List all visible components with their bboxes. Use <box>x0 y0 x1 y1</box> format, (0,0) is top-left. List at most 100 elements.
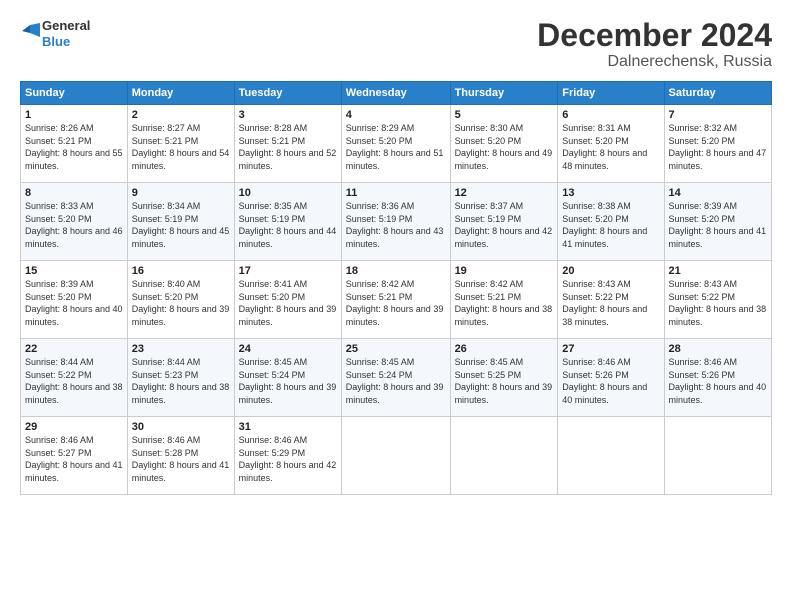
day-info: Sunrise: 8:46 AMSunset: 5:27 PMDaylight:… <box>25 435 123 483</box>
col-tuesday: Tuesday <box>234 82 341 105</box>
table-row: 19 Sunrise: 8:42 AMSunset: 5:21 PMDaylig… <box>450 261 558 339</box>
table-row: 10 Sunrise: 8:35 AMSunset: 5:19 PMDaylig… <box>234 183 341 261</box>
subtitle: Dalnerechensk, Russia <box>537 53 772 71</box>
day-number: 6 <box>562 109 659 121</box>
day-number: 19 <box>455 265 554 277</box>
header: General Blue December 2024 Dalnerechensk… <box>20 18 772 71</box>
day-info: Sunrise: 8:38 AMSunset: 5:20 PMDaylight:… <box>562 201 647 249</box>
table-row <box>558 417 664 495</box>
table-row: 17 Sunrise: 8:41 AMSunset: 5:20 PMDaylig… <box>234 261 341 339</box>
table-row <box>664 417 771 495</box>
table-row: 30 Sunrise: 8:46 AMSunset: 5:28 PMDaylig… <box>127 417 234 495</box>
table-row: 20 Sunrise: 8:43 AMSunset: 5:22 PMDaylig… <box>558 261 664 339</box>
logo-bird-icon <box>20 23 40 45</box>
day-info: Sunrise: 8:39 AMSunset: 5:20 PMDaylight:… <box>25 279 123 327</box>
calendar-week-row: 1 Sunrise: 8:26 AMSunset: 5:21 PMDayligh… <box>21 105 772 183</box>
table-row <box>341 417 450 495</box>
table-row: 16 Sunrise: 8:40 AMSunset: 5:20 PMDaylig… <box>127 261 234 339</box>
day-number: 7 <box>669 109 767 121</box>
table-row: 25 Sunrise: 8:45 AMSunset: 5:24 PMDaylig… <box>341 339 450 417</box>
day-number: 17 <box>239 265 337 277</box>
day-number: 14 <box>669 187 767 199</box>
table-row: 8 Sunrise: 8:33 AMSunset: 5:20 PMDayligh… <box>21 183 128 261</box>
table-row: 18 Sunrise: 8:42 AMSunset: 5:21 PMDaylig… <box>341 261 450 339</box>
page: General Blue December 2024 Dalnerechensk… <box>0 0 792 612</box>
col-monday: Monday <box>127 82 234 105</box>
day-number: 5 <box>455 109 554 121</box>
calendar-header-row: Sunday Monday Tuesday Wednesday Thursday… <box>21 82 772 105</box>
col-sunday: Sunday <box>21 82 128 105</box>
table-row: 29 Sunrise: 8:46 AMSunset: 5:27 PMDaylig… <box>21 417 128 495</box>
day-number: 15 <box>25 265 123 277</box>
day-number: 22 <box>25 343 123 355</box>
col-wednesday: Wednesday <box>341 82 450 105</box>
logo-blue-text: Blue <box>42 34 90 50</box>
day-info: Sunrise: 8:42 AMSunset: 5:21 PMDaylight:… <box>346 279 444 327</box>
day-info: Sunrise: 8:28 AMSunset: 5:21 PMDaylight:… <box>239 123 337 171</box>
day-info: Sunrise: 8:46 AMSunset: 5:26 PMDaylight:… <box>669 357 767 405</box>
day-number: 23 <box>132 343 230 355</box>
table-row: 2 Sunrise: 8:27 AMSunset: 5:21 PMDayligh… <box>127 105 234 183</box>
day-info: Sunrise: 8:35 AMSunset: 5:19 PMDaylight:… <box>239 201 337 249</box>
day-info: Sunrise: 8:42 AMSunset: 5:21 PMDaylight:… <box>455 279 553 327</box>
day-info: Sunrise: 8:31 AMSunset: 5:20 PMDaylight:… <box>562 123 647 171</box>
table-row: 28 Sunrise: 8:46 AMSunset: 5:26 PMDaylig… <box>664 339 771 417</box>
calendar-week-row: 29 Sunrise: 8:46 AMSunset: 5:27 PMDaylig… <box>21 417 772 495</box>
table-row: 23 Sunrise: 8:44 AMSunset: 5:23 PMDaylig… <box>127 339 234 417</box>
day-number: 21 <box>669 265 767 277</box>
day-number: 16 <box>132 265 230 277</box>
day-info: Sunrise: 8:39 AMSunset: 5:20 PMDaylight:… <box>669 201 767 249</box>
table-row: 6 Sunrise: 8:31 AMSunset: 5:20 PMDayligh… <box>558 105 664 183</box>
day-info: Sunrise: 8:36 AMSunset: 5:19 PMDaylight:… <box>346 201 444 249</box>
day-number: 12 <box>455 187 554 199</box>
table-row: 11 Sunrise: 8:36 AMSunset: 5:19 PMDaylig… <box>341 183 450 261</box>
logo-general-text: General <box>42 18 90 34</box>
table-row: 27 Sunrise: 8:46 AMSunset: 5:26 PMDaylig… <box>558 339 664 417</box>
logo-container: General Blue <box>20 18 90 49</box>
day-info: Sunrise: 8:32 AMSunset: 5:20 PMDaylight:… <box>669 123 767 171</box>
day-number: 2 <box>132 109 230 121</box>
day-number: 9 <box>132 187 230 199</box>
day-number: 11 <box>346 187 446 199</box>
logo: General Blue <box>20 18 90 49</box>
day-info: Sunrise: 8:37 AMSunset: 5:19 PMDaylight:… <box>455 201 553 249</box>
day-info: Sunrise: 8:43 AMSunset: 5:22 PMDaylight:… <box>562 279 647 327</box>
table-row: 3 Sunrise: 8:28 AMSunset: 5:21 PMDayligh… <box>234 105 341 183</box>
day-number: 26 <box>455 343 554 355</box>
table-row: 9 Sunrise: 8:34 AMSunset: 5:19 PMDayligh… <box>127 183 234 261</box>
title-block: December 2024 Dalnerechensk, Russia <box>537 18 772 71</box>
table-row: 13 Sunrise: 8:38 AMSunset: 5:20 PMDaylig… <box>558 183 664 261</box>
table-row: 1 Sunrise: 8:26 AMSunset: 5:21 PMDayligh… <box>21 105 128 183</box>
calendar-week-row: 15 Sunrise: 8:39 AMSunset: 5:20 PMDaylig… <box>21 261 772 339</box>
day-number: 3 <box>239 109 337 121</box>
table-row: 14 Sunrise: 8:39 AMSunset: 5:20 PMDaylig… <box>664 183 771 261</box>
table-row: 21 Sunrise: 8:43 AMSunset: 5:22 PMDaylig… <box>664 261 771 339</box>
calendar-week-row: 8 Sunrise: 8:33 AMSunset: 5:20 PMDayligh… <box>21 183 772 261</box>
day-number: 31 <box>239 421 337 433</box>
day-info: Sunrise: 8:26 AMSunset: 5:21 PMDaylight:… <box>25 123 123 171</box>
col-thursday: Thursday <box>450 82 558 105</box>
day-number: 10 <box>239 187 337 199</box>
day-number: 20 <box>562 265 659 277</box>
table-row: 5 Sunrise: 8:30 AMSunset: 5:20 PMDayligh… <box>450 105 558 183</box>
day-number: 8 <box>25 187 123 199</box>
day-info: Sunrise: 8:46 AMSunset: 5:29 PMDaylight:… <box>239 435 337 483</box>
main-title: December 2024 <box>537 18 772 53</box>
table-row: 15 Sunrise: 8:39 AMSunset: 5:20 PMDaylig… <box>21 261 128 339</box>
calendar-week-row: 22 Sunrise: 8:44 AMSunset: 5:22 PMDaylig… <box>21 339 772 417</box>
day-number: 27 <box>562 343 659 355</box>
day-info: Sunrise: 8:44 AMSunset: 5:23 PMDaylight:… <box>132 357 230 405</box>
col-saturday: Saturday <box>664 82 771 105</box>
day-number: 30 <box>132 421 230 433</box>
day-info: Sunrise: 8:46 AMSunset: 5:26 PMDaylight:… <box>562 357 647 405</box>
day-info: Sunrise: 8:43 AMSunset: 5:22 PMDaylight:… <box>669 279 767 327</box>
day-info: Sunrise: 8:45 AMSunset: 5:24 PMDaylight:… <box>346 357 444 405</box>
table-row: 4 Sunrise: 8:29 AMSunset: 5:20 PMDayligh… <box>341 105 450 183</box>
day-number: 28 <box>669 343 767 355</box>
day-info: Sunrise: 8:45 AMSunset: 5:24 PMDaylight:… <box>239 357 337 405</box>
day-info: Sunrise: 8:27 AMSunset: 5:21 PMDaylight:… <box>132 123 230 171</box>
table-row: 31 Sunrise: 8:46 AMSunset: 5:29 PMDaylig… <box>234 417 341 495</box>
day-number: 29 <box>25 421 123 433</box>
day-number: 25 <box>346 343 446 355</box>
day-number: 4 <box>346 109 446 121</box>
